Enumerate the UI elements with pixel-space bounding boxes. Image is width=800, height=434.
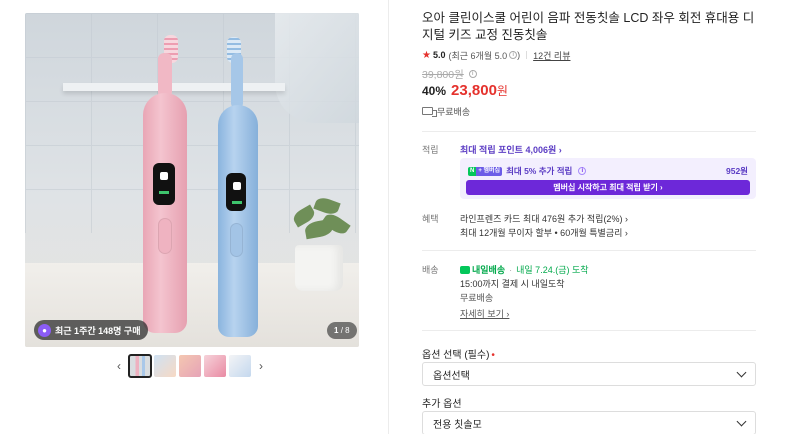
blue-brush-neck: [231, 53, 243, 109]
chevron-down-icon: [736, 416, 747, 426]
delivery-details-link[interactable]: 자세히 보기 ›: [460, 307, 509, 320]
product-info: 오아 클린이스쿨 어린이 음파 전동칫솔 LCD 좌우 회전 휴대용 디지털 키…: [422, 10, 762, 117]
additional-option-label: 추가 옵션: [422, 399, 462, 410]
section-divider: [422, 250, 756, 251]
pink-button-pad: [158, 218, 172, 254]
star-icon: ★: [422, 49, 431, 61]
sale-price-value: 23,800: [451, 82, 497, 99]
required-option-select[interactable]: 옵션선택: [422, 362, 756, 386]
section-divider: [422, 131, 756, 132]
main-product-image[interactable]: [25, 13, 359, 347]
required-option-value: 옵션선택: [433, 370, 470, 382]
blue-button-pad: [230, 223, 243, 257]
additional-option-value: 전용 칫솔모: [433, 419, 482, 431]
required-marker: •: [491, 350, 495, 361]
product-title: 오아 클린이스쿨 어린이 음파 전동칫솔 LCD 좌우 회전 휴대용 디지털 키…: [422, 11, 755, 42]
fast-delivery-icon: [460, 265, 470, 274]
product-page: ● 최근 1주간 148명 구매 1 / 8 ‹ › 오아 클린이스쿨 어린이 …: [0, 0, 800, 434]
thumbnail-strip: ‹ ›: [112, 354, 268, 378]
original-price-row: 39,800원 i: [422, 67, 762, 81]
chevron-right-icon: ›: [259, 359, 263, 373]
naver-plus-badge: N + 멤버십: [468, 166, 503, 176]
mirror-decoration: [275, 13, 359, 123]
delivery-label: 배송: [422, 265, 439, 275]
card-benefit-link[interactable]: 라인프렌즈 카드 최대 476원 추가 적립(2%) ›: [460, 212, 628, 225]
membership-line: N + 멤버십 최대 5% 추가 적립 i: [468, 165, 587, 177]
blue-lcd-screen: [226, 173, 246, 211]
membership-text: 최대 5% 추가 적립: [506, 166, 573, 176]
pink-toothbrush: [143, 93, 187, 333]
shelf-decoration: [63, 83, 285, 91]
pink-brush-neck: [158, 53, 172, 98]
price-info-icon[interactable]: i: [468, 70, 477, 78]
reward-label: 적립: [422, 145, 439, 155]
sale-price-currency: 원: [496, 84, 508, 98]
sale-price: 23,800원: [451, 82, 508, 99]
membership-start-button[interactable]: 멤버십 시작하고 최대 적립 받기 ›: [466, 180, 750, 195]
info-icon[interactable]: i: [509, 51, 518, 59]
separator: [526, 51, 528, 59]
delivery-date: 내일 7.24.(금) 도착: [516, 265, 589, 275]
column-divider: [388, 0, 389, 434]
chevron-left-icon: ‹: [117, 359, 121, 373]
shipping-row: 무료배송: [422, 105, 762, 117]
thumbnail-next-button[interactable]: ›: [254, 354, 268, 378]
delivery-fee: 무료배송: [460, 293, 494, 303]
review-count-link[interactable]: 12건 리뷰: [533, 49, 570, 62]
required-option-label: 옵션 선택 (필수) •: [422, 350, 495, 361]
image-page-counter: 1 / 8: [327, 322, 357, 339]
sale-price-row: 40% 23,800원: [422, 82, 762, 102]
recent-purchase-text: 최근 1주간 148명 구매: [55, 325, 141, 336]
delivery-separator: ·: [509, 264, 513, 275]
discount-rate: 40%: [422, 84, 447, 98]
thumbnail-prev-button[interactable]: ‹: [112, 354, 126, 378]
delivery-deadline: 15:00까지 결제 시 내일도착: [460, 279, 565, 289]
page-current: 1: [334, 326, 339, 335]
chevron-down-icon: [736, 367, 747, 377]
pink-lcd-screen: [153, 163, 175, 205]
fast-delivery-badge: 내일배송: [460, 263, 505, 276]
additional-option-select[interactable]: 전용 칫솔모: [422, 411, 756, 434]
delivery-fast-row: 내일배송 · 내일 7.24.(금) 도착: [460, 263, 589, 276]
membership-box: N + 멤버십 최대 5% 추가 적립 i 952원 멤버십 시작하고 최대 적립…: [460, 158, 756, 199]
thumbnail-1[interactable]: [128, 354, 152, 378]
installment-benefit-link[interactable]: 최대 12개월 무이자 할부 • 60개월 특별금리 ›: [460, 226, 628, 239]
original-price: 39,800원: [422, 68, 464, 81]
rating-recent: (최근 6개월 5.0: [448, 50, 508, 61]
page-total: / 8: [340, 326, 350, 335]
recent-purchase-badge: ● 최근 1주간 148명 구매: [34, 320, 149, 340]
thumbnail-3[interactable]: [179, 355, 201, 377]
thumbnail-5[interactable]: [229, 355, 251, 377]
rating-recent-close: ): [517, 50, 521, 60]
benefit-label: 혜택: [422, 214, 439, 224]
rating-row: ★ 5.0 (최근 6개월 5.0 i ) 12건 리뷰: [422, 49, 762, 61]
bag-icon: ●: [38, 323, 51, 337]
thumbnail-2[interactable]: [154, 355, 176, 377]
rating-score: 5.0: [432, 50, 446, 60]
membership-amount: 952원: [725, 166, 748, 176]
section-divider: [422, 330, 756, 331]
truck-icon: [422, 107, 437, 117]
membership-info-icon[interactable]: i: [578, 167, 587, 175]
blue-toothbrush: [218, 105, 258, 337]
max-points-link[interactable]: 최대 적립 포인트 4,006원 ›: [460, 143, 562, 156]
shipping-text: 무료배송: [437, 106, 471, 117]
thumbnail-4[interactable]: [204, 355, 226, 377]
plant-pot: [295, 245, 343, 291]
